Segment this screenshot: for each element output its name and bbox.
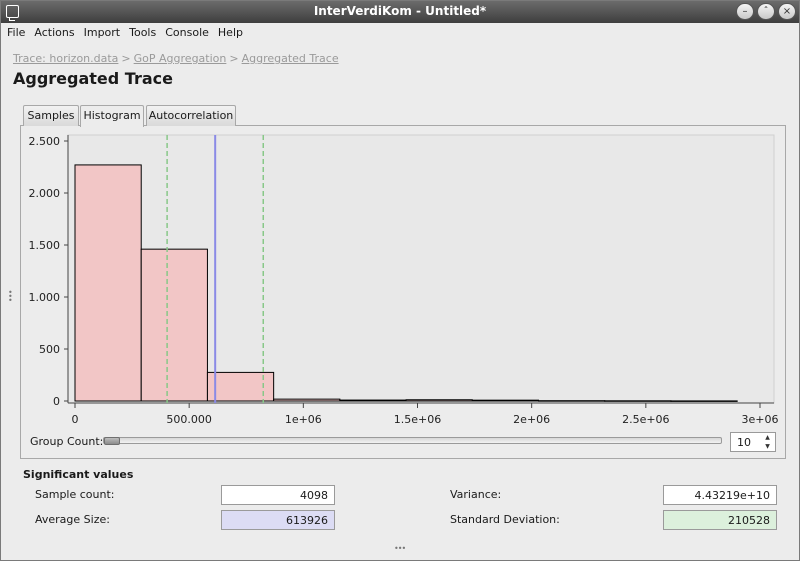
breadcrumb-separator: > <box>229 52 239 65</box>
histogram-bar <box>670 400 738 402</box>
std-dev-label: Standard Deviation: <box>450 513 560 526</box>
tab-histogram[interactable]: Histogram <box>80 105 144 127</box>
menu-import[interactable]: Import <box>78 23 124 39</box>
histogram-bar <box>405 399 473 402</box>
spin-down-icon[interactable]: ▼ <box>765 443 770 450</box>
menu-actions[interactable]: Actions <box>28 23 77 39</box>
histogram-chart: 0 500 1.000 1.500 2.000 2.500 0 500.000 1e+06 1.5… <box>29 134 779 426</box>
histogram-bar <box>74 164 142 402</box>
menu-bar: File Actions Import Tools Console Help <box>1 23 799 43</box>
minimize-button[interactable]: – <box>736 3 754 20</box>
menu-tools[interactable]: Tools <box>123 23 159 39</box>
group-count-row: Group Count: 10 ▲ ▼ <box>30 432 780 452</box>
group-count-label: Group Count: <box>30 435 104 448</box>
breadcrumb-trace[interactable]: Trace: horizon.data <box>13 52 118 65</box>
variance-label: Variance: <box>450 488 502 501</box>
x-tick-label: 0 <box>72 413 79 426</box>
window-title: InterVerdiKom - Untitled* <box>313 4 487 18</box>
average-size-field[interactable]: 613926 <box>221 510 335 530</box>
y-tick-label: 2.500 <box>29 135 61 148</box>
variance-field[interactable]: 4.43219e+10 <box>663 485 777 505</box>
group-count-slider[interactable] <box>103 437 722 445</box>
menu-console[interactable]: Console <box>159 23 212 39</box>
histogram-bar <box>273 398 341 402</box>
x-tick-label: 1e+06 <box>285 413 322 426</box>
x-tick-label: 2e+06 <box>513 413 550 426</box>
close-button[interactable]: × <box>778 3 796 20</box>
sample-count-field[interactable]: 4098 <box>221 485 335 505</box>
std-dev-field[interactable]: 210528 <box>663 510 777 530</box>
y-tick-label: 2.000 <box>29 187 61 200</box>
x-tick-label: 2.5e+06 <box>622 413 669 426</box>
bottom-splitter-handle[interactable]: ••• <box>394 544 406 553</box>
breadcrumb-separator: > <box>121 52 131 65</box>
app-window: InterVerdiKom - Untitled* – ˆ × File Acti… <box>0 0 800 561</box>
breadcrumb-gop-aggregation[interactable]: GoP Aggregation <box>134 52 227 65</box>
maximize-button[interactable]: ˆ <box>757 3 775 20</box>
title-bar[interactable]: InterVerdiKom - Untitled* – ˆ × <box>1 1 799 23</box>
breadcrumb: Trace: horizon.data > GoP Aggregation > Aggr… <box>13 52 339 65</box>
group-count-value: 10 <box>737 436 751 449</box>
x-tick-label: 3e+06 <box>742 413 779 426</box>
tab-autocorrelation[interactable]: Autocorrelation <box>146 105 236 126</box>
spin-up-icon[interactable]: ▲ <box>765 434 770 441</box>
y-tick-label: 1.500 <box>29 239 61 252</box>
histogram-bar <box>538 400 606 402</box>
histogram-bar <box>471 399 540 402</box>
sample-count-label: Sample count: <box>35 488 115 501</box>
x-tick-label: 500.000 <box>166 413 212 426</box>
page-title: Aggregated Trace <box>13 69 173 88</box>
histogram-bar <box>339 399 407 402</box>
x-tick-label: 1.5e+06 <box>394 413 441 426</box>
menu-help[interactable]: Help <box>212 23 246 39</box>
group-count-slider-handle[interactable] <box>104 437 120 445</box>
significant-values-title: Significant values <box>23 468 134 481</box>
y-tick-label: 0 <box>53 395 60 408</box>
spinbox-arrows[interactable]: ▲ ▼ <box>762 433 773 451</box>
y-tick-label: 1.000 <box>29 291 61 304</box>
histogram-bar <box>140 248 208 402</box>
average-size-label: Average Size: <box>35 513 110 526</box>
y-tick-label: 500 <box>39 343 60 356</box>
tab-samples[interactable]: Samples <box>23 105 79 126</box>
breadcrumb-aggregated-trace[interactable]: Aggregated Trace <box>242 52 339 65</box>
group-count-spinbox[interactable]: 10 ▲ ▼ <box>730 432 776 452</box>
menu-file[interactable]: File <box>1 23 28 39</box>
histogram-bar <box>604 400 672 402</box>
